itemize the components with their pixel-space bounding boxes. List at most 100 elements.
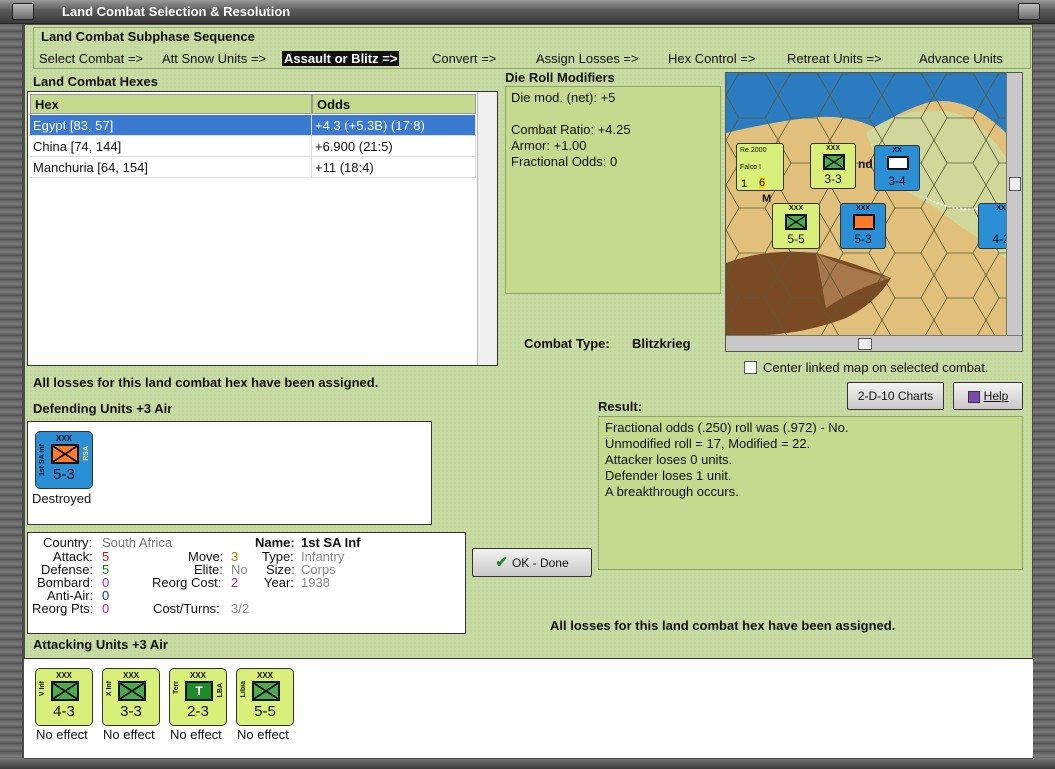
unit-strength: 3-3: [120, 703, 142, 720]
unit-name: Libia: [240, 681, 247, 698]
window-title: Land Combat Selection & Resolution: [62, 4, 291, 19]
unit-counter-attacker[interactable]: XXX V Inf 4-3: [35, 668, 93, 726]
unit-status: No effect: [36, 727, 88, 742]
hex-cell: Manchuria [64, 154]: [30, 157, 312, 178]
table-row[interactable]: Manchuria [64, 154] +11 (18:4): [30, 157, 477, 178]
map-vertical-scrollbar[interactable]: [1006, 73, 1022, 335]
window-menu-button[interactable]: [12, 3, 34, 20]
unit-size: XXX: [256, 671, 273, 680]
help-button-label: Help: [983, 389, 1009, 403]
map-counter-label: XXX: [788, 205, 803, 212]
hex-table-scrollbar[interactable]: [477, 92, 497, 365]
unit-size: XXX: [189, 671, 206, 680]
column-header-odds[interactable]: Odds: [312, 94, 476, 114]
losses-assigned-message-bottom: All losses for this land combat hex have…: [550, 618, 896, 633]
map-counter-label: Re.2000: [740, 147, 767, 154]
column-header-hex[interactable]: Hex: [30, 94, 312, 114]
map-place-label: nd: [858, 157, 873, 171]
year-label: Year:: [264, 575, 294, 590]
name-label: Name:: [255, 535, 295, 550]
map-counter-label: XX: [892, 147, 902, 154]
die-roll-box: Die mod. (net): +5 Combat Ratio: +4.25 A…: [505, 86, 721, 294]
name-value: 1st SA Inf: [301, 535, 361, 550]
unit-tag: LBA: [217, 683, 224, 698]
map-counter-value-b: 6: [759, 177, 766, 189]
combat-type-value: Blitzkrieg: [632, 336, 691, 351]
subphase-title: Land Combat Subphase Sequence: [41, 29, 255, 44]
step-hex-control: Hex Control =>: [668, 51, 756, 66]
unit-counter-attacker[interactable]: XXX X Inf 3-3: [102, 668, 160, 726]
left-border: [0, 24, 22, 769]
step-att-snow-units: Att Snow Units =>: [162, 51, 267, 66]
hex-cell: China [74, 144]: [30, 136, 312, 157]
center-map-checkbox[interactable]: [744, 361, 757, 374]
center-map-label: Center linked map on selected combat.: [763, 360, 989, 375]
result-line: Unmodified roll = 17, Modified = 22.: [605, 436, 811, 451]
linked-map[interactable]: Re.2000 Falco I 1 6 XXX 3-3 XX 3-4 XXX 5…: [725, 72, 1023, 352]
unit-size: XXX: [55, 434, 72, 443]
combat-type-label: Combat Type:: [524, 336, 610, 351]
scroll-thumb[interactable]: [1009, 177, 1021, 191]
bottom-border: [0, 758, 1055, 769]
die-mod-net: Die mod. (net): +5: [511, 90, 616, 105]
map-counter-air[interactable]: Re.2000 Falco I 1 6: [736, 143, 784, 191]
map-counter-allied[interactable]: XX 3-4: [874, 145, 920, 191]
unit-counter-defender[interactable]: XXX 1st SA Inf RSA 5-3: [35, 431, 93, 489]
step-convert: Convert =>: [432, 51, 497, 66]
ok-done-button[interactable]: ✔ OK - Done: [472, 548, 592, 577]
map-counter-strength: 3-4: [888, 174, 906, 188]
year-value: 1938: [301, 575, 330, 590]
unit-counter-attacker[interactable]: XXX Terr LBA T 2-3: [169, 668, 227, 726]
map-counter-strength: 5-5: [787, 232, 805, 246]
attacking-units-panel: XXX V Inf 4-3 No effect XXX X Inf 3-3 No…: [24, 658, 1033, 758]
hex-cell: Egypt [83, 57]: [30, 115, 312, 136]
map-counter-sub: Falco I: [740, 164, 762, 171]
unit-status: No effect: [237, 727, 289, 742]
map-counter-x-inf[interactable]: XXX 3-3: [810, 143, 856, 189]
unit-name: Terr: [173, 681, 180, 695]
hex-table: Hex Odds Egypt [83, 57] +4.3 (+5.3B) (17…: [27, 91, 498, 366]
map-counter-defender[interactable]: XXX 5-3: [840, 203, 886, 249]
help-button[interactable]: Help: [953, 382, 1023, 410]
map-counter-strength: 3-3: [824, 172, 842, 186]
infantry-symbol-icon: [823, 154, 845, 170]
attacking-title: Attacking Units +3 Air: [33, 637, 168, 652]
table-row[interactable]: Egypt [83, 57] +4.3 (+5.3B) (17:8): [30, 115, 477, 136]
unit-country: RSA: [83, 446, 90, 461]
country-label: Country:: [43, 535, 93, 550]
map-counter-label: XXX: [855, 205, 870, 212]
armor-mod: Armor: +1.00: [511, 138, 587, 153]
unit-strength: 5-5: [254, 703, 276, 720]
map-counter-libia[interactable]: XXX 5-5: [772, 203, 820, 249]
charts-button-label: 2-D-10 Charts: [857, 389, 934, 403]
reorg-cost-label: Reorg Cost:: [152, 575, 222, 590]
hexes-title: Land Combat Hexes: [33, 74, 158, 89]
scroll-thumb[interactable]: [858, 338, 872, 350]
map-counter-label: XXX: [825, 145, 840, 152]
unit-strength: 2-3: [187, 703, 209, 720]
die-roll-title: Die Roll Modifiers: [505, 70, 615, 85]
reorg-cost-value: 2: [231, 575, 239, 590]
table-row[interactable]: China [74, 144] +6.900 (21:5): [30, 136, 477, 157]
step-assign-losses: Assign Losses =>: [536, 51, 639, 66]
step-advance-units: Advance Units: [919, 51, 1003, 66]
odds-cell: +6.900 (21:5): [312, 136, 476, 157]
result-line: A breakthrough occurs.: [605, 484, 739, 499]
close-button[interactable]: [1018, 3, 1040, 20]
infantry-symbol-icon: [51, 444, 79, 464]
map-counter-strength: 5-3: [854, 232, 872, 246]
result-line: Attacker loses 0 units.: [605, 452, 733, 467]
unit-size: XXX: [122, 671, 139, 680]
map-horizontal-scrollbar[interactable]: [726, 335, 1022, 351]
unit-details-panel: Country: South Africa Attack: 5 Defense:…: [27, 532, 466, 634]
unit-counter-attacker[interactable]: XXX Libia 5-5: [236, 668, 294, 726]
step-assault-or-blitz: Assault or Blitz =>: [282, 51, 400, 66]
unit-strength: 5-3: [53, 466, 75, 483]
book-icon: [967, 390, 980, 403]
title-bar[interactable]: Land Combat Selection & Resolution: [0, 0, 1055, 24]
unit-status: No effect: [170, 727, 222, 742]
charts-button[interactable]: 2-D-10 Charts: [847, 382, 944, 410]
defending-units-panel: XXX 1st SA Inf RSA 5-3 Destroyed: [27, 421, 432, 525]
right-border: [1033, 24, 1055, 769]
result-line: Defender loses 1 unit.: [605, 468, 732, 483]
